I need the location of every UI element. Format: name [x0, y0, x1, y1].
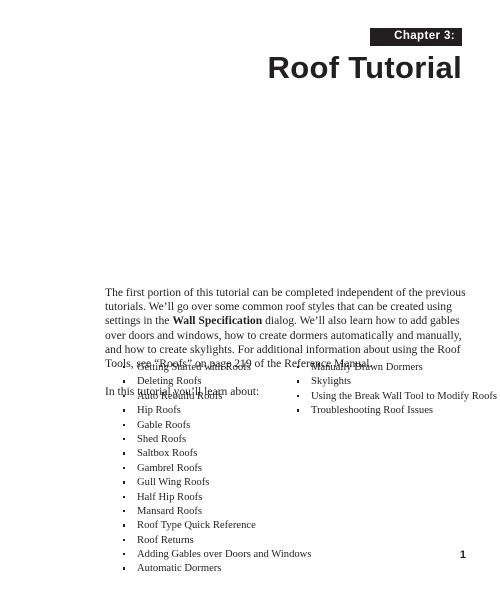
bullet-square-icon: [297, 409, 300, 412]
topic-label: Hip Roofs: [137, 405, 181, 417]
bullet-square-icon: [123, 524, 126, 527]
topic-list-item[interactable]: Gull Wing Roofs: [123, 477, 313, 488]
bullet-square-icon: [297, 380, 300, 383]
topic-list-item[interactable]: Auto Rebuild Roofs: [123, 391, 313, 402]
topics-right-column: Manually Drawn Dormers Skylights Using the…: [297, 362, 497, 420]
topic-list-item[interactable]: Manually Drawn Dormers: [297, 362, 472, 373]
bullet-square-icon: [123, 394, 126, 398]
topic-label: Roof Type Quick Reference: [137, 520, 256, 532]
bullet-square-icon: [123, 538, 126, 542]
bullet-square-icon: [297, 394, 300, 398]
page-number: 1: [459, 549, 466, 561]
topic-label: Gable Roofs: [137, 419, 191, 431]
topic-list-item[interactable]: Troubleshooting Roof Issues: [297, 405, 472, 416]
topic-label: Half Hip Roofs: [137, 491, 203, 503]
intro-paragraph: The first portion of this tutorial can b…: [105, 286, 467, 371]
topic-label: Mansard Roofs: [137, 505, 203, 517]
topic-label: Automatic Dormers: [137, 563, 222, 575]
topics-list: Getting Started with Roofs Deleting Roofs…: [105, 362, 497, 574]
document-page: Chapter 3: Roof Tutorial The first porti…: [0, 0, 500, 590]
topic-list-item[interactable]: Skylights: [297, 376, 472, 387]
topic-list-item[interactable]: Mansard Roofs: [123, 506, 313, 517]
topic-label: Gambrel Roofs: [137, 462, 203, 474]
topic-list-item[interactable]: Roof Type Quick Reference: [123, 520, 313, 531]
topic-label: Getting Started with Roofs: [137, 362, 251, 373]
topics-left-list: Getting Started with Roofs Deleting Roofs…: [123, 362, 313, 575]
topic-list-item[interactable]: Hip Roofs: [123, 405, 313, 416]
chapter-label: Chapter 3:: [394, 30, 455, 43]
chapter-header: Chapter 3: Roof Tutorial: [0, 0, 500, 100]
bullet-square-icon: [123, 466, 126, 470]
topic-label: Troubleshooting Roof Issues: [311, 405, 434, 417]
topic-list-item[interactable]: Shed Roofs: [123, 434, 313, 445]
topic-label: Deleting Roofs: [137, 376, 202, 388]
topic-list-item[interactable]: Saltbox Roofs: [123, 448, 313, 459]
topic-label: Auto Rebuild Roofs: [137, 390, 223, 402]
bullet-square-icon: [123, 567, 126, 570]
topic-label: Skylights: [311, 376, 352, 388]
topics-right-list: Manually Drawn Dormers Skylights Using the…: [297, 362, 497, 416]
bullet-square-icon: [123, 495, 126, 498]
topic-list-item[interactable]: Using the Break Wall Tool to Modify Roof…: [297, 391, 497, 402]
topic-list-item[interactable]: Automatic Dormers: [123, 563, 313, 574]
bullet-square-icon: [123, 437, 126, 441]
bullet-square-icon: [123, 409, 126, 412]
topic-label: Gull Wing Roofs: [137, 477, 210, 489]
chapter-banner: Chapter 3:: [370, 28, 462, 46]
topic-label: Shed Roofs: [137, 433, 187, 445]
topic-list-item[interactable]: Half Hip Roofs: [123, 492, 313, 503]
topic-list-item[interactable]: Roof Returns: [123, 535, 313, 546]
topic-list-item[interactable]: Deleting Roofs: [123, 376, 313, 387]
topic-label: Roof Returns: [137, 534, 194, 546]
bullet-square-icon: [123, 380, 126, 383]
topic-label: Saltbox Roofs: [137, 448, 198, 460]
topic-label: Manually Drawn Dormers: [311, 362, 423, 373]
bullet-square-icon: [123, 423, 126, 426]
page-title: Roof Tutorial: [267, 50, 462, 85]
topic-list-item[interactable]: Gambrel Roofs: [123, 463, 313, 474]
bullet-square-icon: [123, 452, 126, 455]
bullet-square-icon: [123, 509, 126, 513]
topic-list-item[interactable]: Gable Roofs: [123, 420, 313, 431]
bullet-square-icon: [297, 366, 300, 369]
topic-list-item[interactable]: Getting Started with Roofs: [123, 362, 313, 373]
topic-label: Using the Break Wall Tool to Modify Roof…: [311, 390, 498, 402]
bullet-square-icon: [123, 366, 126, 369]
bullet-square-icon: [123, 481, 126, 484]
topics-left-column: Getting Started with Roofs Deleting Roofs…: [123, 362, 313, 578]
wall-specification-emphasis: Wall Specification: [172, 314, 263, 328]
